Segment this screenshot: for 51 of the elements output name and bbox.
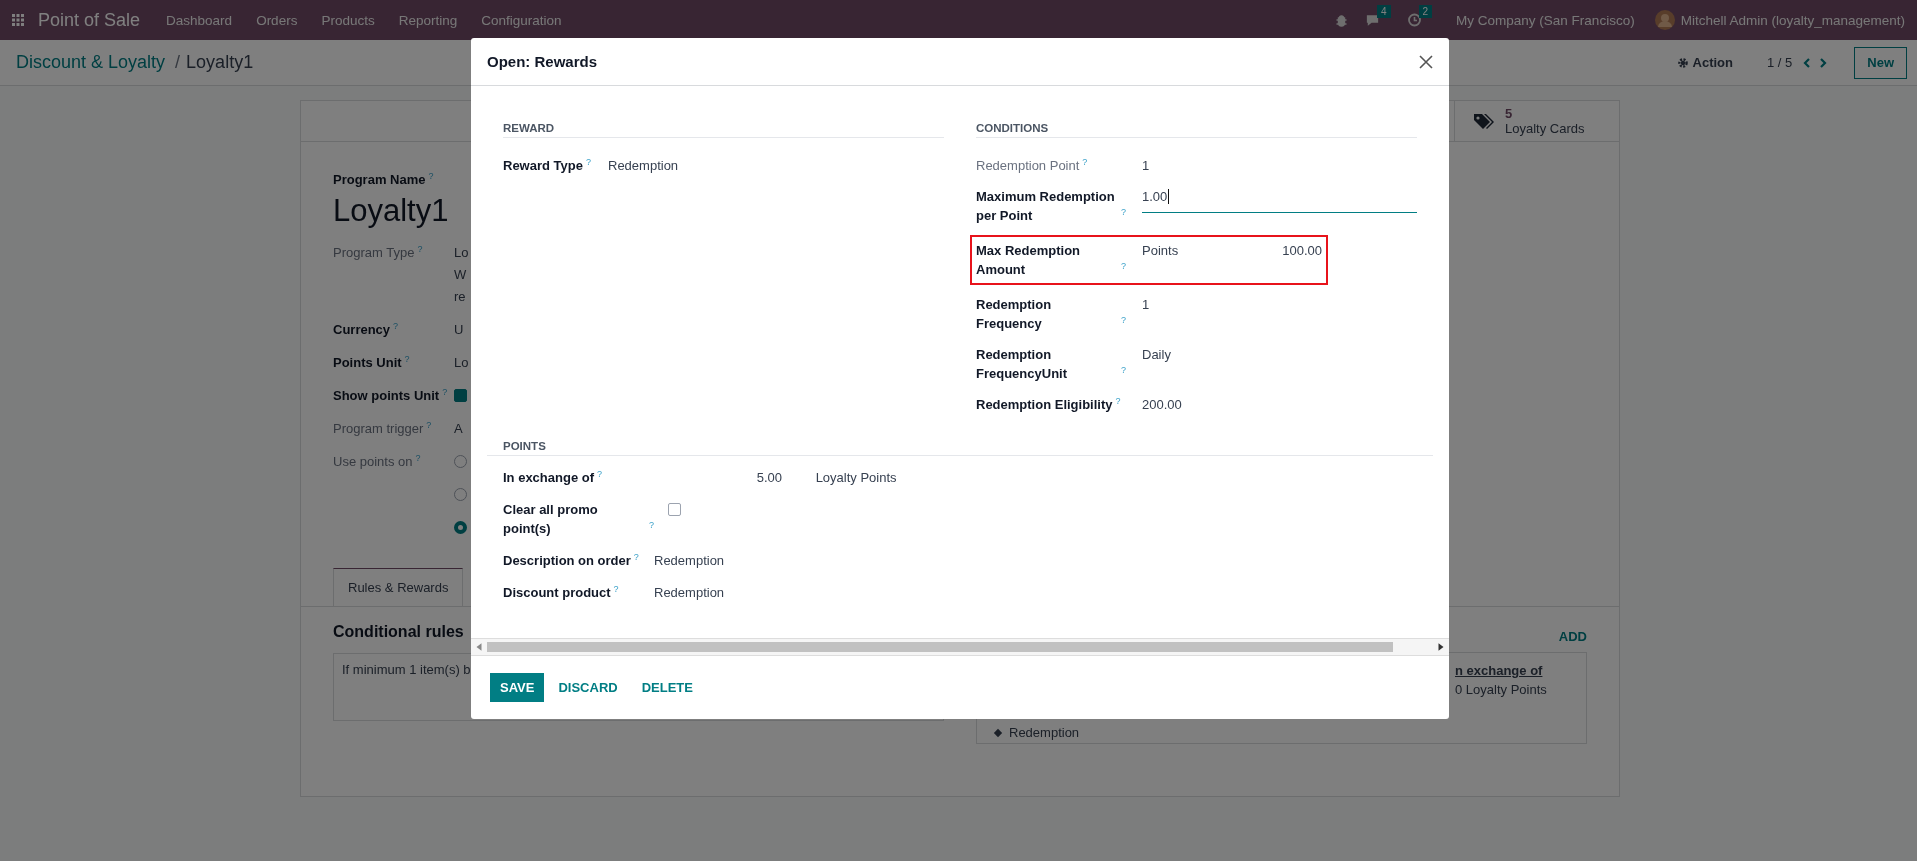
breadcrumb-separator: / (175, 52, 181, 73)
field-value: Redemption (654, 553, 725, 568)
amount-value: 100.00 (1282, 242, 1322, 260)
section-title: Conditional rules (333, 623, 465, 641)
field-value: Redemption (654, 585, 725, 600)
amount-value: 5.00 (755, 469, 782, 487)
program-name: Loyalty1 (333, 193, 449, 229)
stat-label: Loyalty Cards (1505, 121, 1585, 136)
field-label: In exchange of (503, 469, 595, 487)
field-label: Max Redemption Amount (976, 242, 1081, 279)
field-label: Program Name (333, 171, 426, 189)
field-value: Redemption (608, 158, 679, 173)
field-label: Program Type (333, 244, 415, 262)
field-label: Discount product (503, 584, 611, 602)
field-label: Maximum Redemption per Point (976, 188, 1116, 225)
count-badge: 4 (1376, 5, 1391, 18)
section-header: REWARD (503, 122, 944, 138)
breadcrumb-current: Loyalty1 (186, 52, 254, 73)
field-value: 1 (1142, 158, 1150, 173)
field-label: Redemption Point (976, 157, 1080, 175)
dialog-title: Open: Rewards (487, 53, 598, 70)
stat-count: 5 (1505, 106, 1514, 121)
field-label: Redemption Eligibility (976, 396, 1113, 414)
count-badge: 2 (1418, 5, 1433, 18)
field-label: Description on order (503, 552, 631, 570)
field-label: Use points on (333, 453, 413, 471)
section-header: POINTS (487, 440, 1433, 456)
unit-label: Loyalty Points (815, 470, 897, 485)
field-label: Points Unit (333, 354, 402, 372)
field-label: Reward Type (503, 157, 583, 175)
field-value: A (454, 420, 463, 438)
field-label: Program trigger (333, 420, 424, 438)
field-value: U (454, 321, 464, 339)
field-value: Lo (454, 354, 469, 372)
field-label: Redemption FrequencyUnit (976, 346, 1068, 383)
reward-points: 0 Loyalty Points (1455, 681, 1548, 699)
section-header: CONDITIONS (976, 122, 1417, 138)
field-value: Lo (454, 244, 469, 262)
field-label: Show points Unit (333, 387, 440, 405)
pager-counter: 1 / 5 (1766, 55, 1793, 70)
field-value: 1 (1142, 297, 1150, 312)
rule-text: If minimum 1 item(s) b (342, 662, 471, 677)
field-value: 200.00 (1142, 397, 1182, 412)
reward-name: Redemption (1009, 724, 1080, 742)
field-value: re (454, 288, 466, 306)
field-label: Clear all promo point(s) (503, 501, 599, 538)
field-label: Currency (333, 321, 391, 339)
field-value: W (454, 266, 467, 284)
field-label: Redemption Frequency (976, 296, 1053, 333)
field-value: Daily (1142, 347, 1171, 362)
unit-label: Points (1142, 242, 1179, 260)
